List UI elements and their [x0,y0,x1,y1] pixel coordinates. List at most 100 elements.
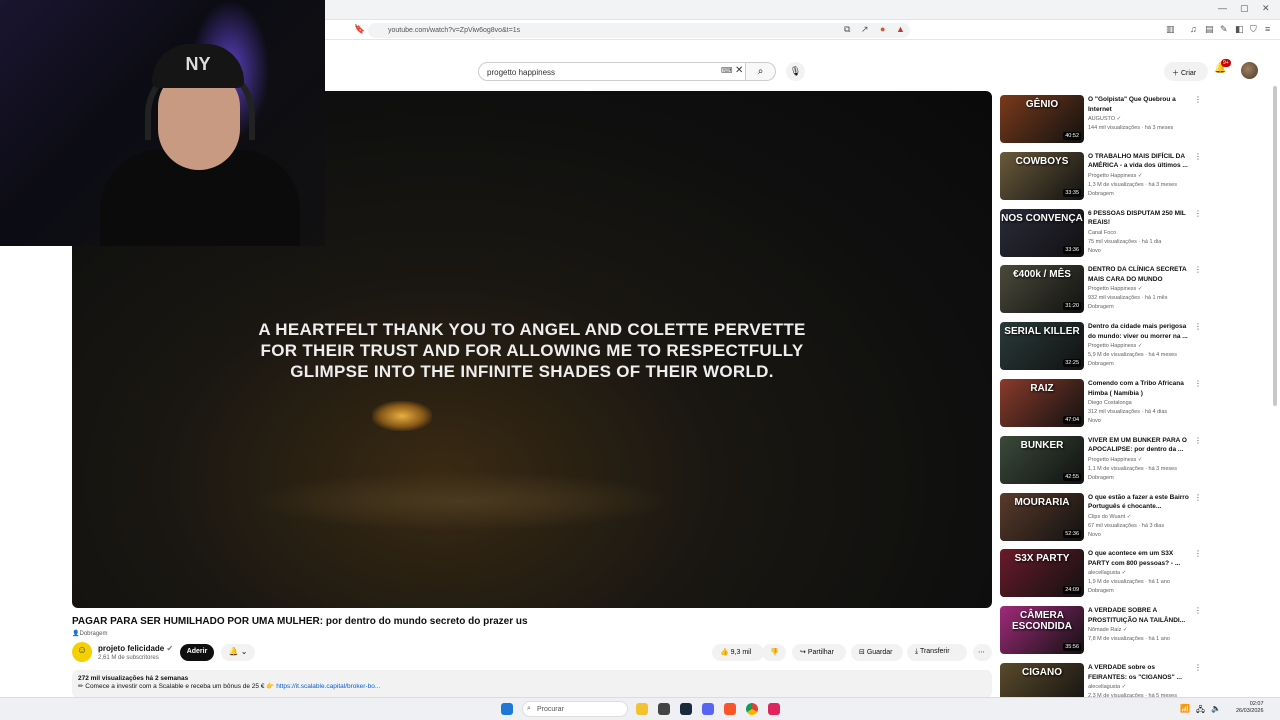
recommendation-channel[interactable]: Progetto Happiness ✓ [1088,343,1142,349]
more-vert-icon[interactable]: ⋮ [1194,95,1202,104]
recommendation-item[interactable]: CÂMERA ESCONDIDA 35:56 A VERDADE SOBRE A P… [1000,606,1202,656]
video-thumbnail[interactable]: €400k / MÊS 31:20 [1000,265,1084,314]
subscription-bell-button[interactable]: 🔔 ⌄ [221,644,255,661]
share-button[interactable]: ↪ Partilhar [792,644,846,661]
search-button[interactable]: ⌕ [746,62,776,81]
more-vert-icon[interactable]: ⋮ [1194,436,1202,445]
clear-search-icon[interactable]: ✕ [735,65,743,76]
video-thumbnail[interactable]: NOS CONVENÇA 33:36 [1000,208,1084,257]
join-button[interactable]: Aderir [180,644,214,661]
install-app-icon[interactable]: ⧉ [844,24,850,35]
search-input[interactable]: progetto happiness ⌨ ✕ [478,62,746,81]
channel-name[interactable]: projeto felicidade ✔ [98,644,173,653]
more-actions-button[interactable]: ⋯ [973,644,992,661]
menu-icon[interactable]: ≡ [1265,24,1270,34]
recommendation-title[interactable]: O que estão a fazer a este Bairro Portug… [1088,493,1194,512]
video-thumbnail[interactable]: COWBOYS 33:35 [1000,151,1084,200]
terminal-icon[interactable] [680,703,692,715]
recommendation-channel[interactable]: Progetto Happiness ✓ [1088,173,1142,179]
wifi-icon[interactable]: 📶 [1180,704,1190,713]
sidebar-icon[interactable]: ▥ [1166,24,1175,35]
like-button[interactable]: 👍 9,3 mil [712,644,764,661]
recommendation-title[interactable]: VIVER EM UM BUNKER PARA O APOCALIPSE: po… [1088,436,1194,455]
more-vert-icon[interactable]: ⋮ [1194,265,1202,274]
recommendation-channel[interactable]: Progetto Happiness ✓ [1088,457,1142,463]
video-thumbnail[interactable]: MOURARIA 52:36 [1000,492,1084,541]
file-explorer-icon[interactable] [636,703,648,715]
more-vert-icon[interactable]: ⋮ [1194,379,1202,388]
recommendation-item[interactable]: MOURARIA 52:36 O que estão a fazer a este … [1000,492,1202,543]
more-vert-icon[interactable]: ⋮ [1194,493,1202,502]
description-link[interactable]: https://it.scalable.capital/broker-bo... [276,683,380,690]
keyboard-icon[interactable]: ⌨ [721,66,733,75]
more-vert-icon[interactable]: ⋮ [1194,152,1202,161]
recommendation-item[interactable]: €400k / MÊS 31:20 DENTRO DA CLÍNICA SECRET… [1000,265,1202,315]
recommendation-title[interactable]: O que acontece em um S3X PARTY com 800 p… [1088,549,1194,568]
more-vert-icon[interactable]: ⋮ [1194,549,1202,558]
recommendation-title[interactable]: DENTRO DA CLÍNICA SECRETA MAIS CARA DO M… [1088,265,1194,284]
more-vert-icon[interactable]: ⋮ [1194,322,1202,331]
video-thumbnail[interactable]: GÊNIO 40:52 [1000,95,1084,143]
recommendation-channel[interactable]: AUGUSTO ✓ [1088,116,1121,122]
system-clock[interactable]: 02:07 26/03/2026 [1236,701,1264,715]
taskbar-search[interactable]: ⌕ Procurar [522,701,628,717]
account-avatar[interactable] [1241,62,1258,79]
reading-list-icon[interactable]: ▤ [1205,24,1214,35]
recommendation-item[interactable]: GÊNIO 40:52 O "Golpista" Que Quebrou a Int… [1000,95,1202,145]
vpn-icon[interactable]: ⛉ [1250,24,1257,35]
recommendation-item[interactable]: S3X PARTY 24:09 O que acontece em um S3X P… [1000,549,1202,599]
download-button[interactable]: ⤓ Transferir [907,644,967,661]
bookmark-icon[interactable]: 🔖 [354,24,365,35]
minimize-button[interactable]: — [1218,3,1227,13]
chrome-icon[interactable] [746,703,758,715]
network-icon[interactable]: 🖧 [1196,704,1205,718]
recommendation-channel[interactable]: Diego Costalonga [1088,400,1132,406]
volume-icon[interactable]: 🔈 [1211,704,1221,713]
wallet-icon[interactable]: ◧ [1235,24,1244,35]
description-box[interactable]: 272 mil visualizações há 2 semanas ✏ Com… [72,670,992,698]
recommendation-channel[interactable]: alecellagusta ✓ [1088,684,1126,690]
recommendation-title[interactable]: O "Golpista" Que Quebrou a Internet [1088,95,1194,114]
save-button[interactable]: ⊟ Guardar [851,644,903,661]
rewards-icon[interactable]: ▲ [896,24,905,34]
recommendation-item[interactable]: SERIAL KILLER 32:25 Dentro da cidade mais … [1000,322,1202,372]
recommendation-title[interactable]: O TRABALHO MAIS DIFÍCIL DA AMÉRICA - a v… [1088,152,1194,171]
app-icon[interactable] [658,703,670,715]
page-scrollbar[interactable] [1273,86,1277,406]
recommendation-title[interactable]: Comendo com a Tribo Africana Himba ( Nam… [1088,379,1194,398]
recommendation-item[interactable]: COWBOYS 33:35 O TRABALHO MAIS DIFÍCIL DA A… [1000,151,1202,202]
video-thumbnail[interactable]: CÂMERA ESCONDIDA 35:56 [1000,606,1084,655]
video-thumbnail[interactable]: SERIAL KILLER 32:25 [1000,322,1084,371]
video-thumbnail[interactable]: S3X PARTY 24:09 [1000,549,1084,598]
recommendation-title[interactable]: Dentro da cidade mais perigosa do mundo:… [1088,322,1194,341]
channel-avatar[interactable]: ☺ [72,642,92,662]
more-vert-icon[interactable]: ⋮ [1194,663,1202,672]
brave-shield-icon[interactable]: ● [880,24,885,34]
obs-icon[interactable] [768,703,780,715]
extensions-icon[interactable]: ✎ [1220,24,1228,35]
recommendation-channel[interactable]: Clips do Wuant ✓ [1088,514,1131,520]
recommendation-channel[interactable]: alecellagusta ✓ [1088,570,1126,576]
recommendation-channel[interactable]: Canal Foco [1088,230,1116,236]
address-bar[interactable]: youtube.com/watch?v=ZpViw6og8vo&t=1s [368,23,910,38]
dislike-button[interactable]: 👎 [762,644,786,661]
video-thumbnail[interactable]: BUNKER 42:55 [1000,435,1084,484]
recommendation-title[interactable]: A VERDADE sobre os FEIRANTES: os "CIGANO… [1088,663,1194,682]
maximize-button[interactable]: ▢ [1240,3,1249,14]
recommendation-channel[interactable]: Progetto Happiness ✓ [1088,286,1142,292]
video-thumbnail[interactable]: RAIZ 47:04 [1000,379,1084,427]
music-icon[interactable]: ♫ [1190,24,1197,34]
recommendation-title[interactable]: A VERDADE SOBRE A PROSTITUIÇÃO NA TAILÂN… [1088,606,1194,625]
recommendation-channel[interactable]: Nômade Raiz ✓ [1088,627,1127,633]
share-page-icon[interactable]: ↗ [861,24,869,35]
more-vert-icon[interactable]: ⋮ [1194,209,1202,218]
close-window-button[interactable]: ✕ [1262,3,1270,14]
recommendation-item[interactable]: BUNKER 42:55 VIVER EM UM BUNKER PARA O APO… [1000,435,1202,486]
voice-search-button[interactable]: 🎙 [786,62,805,81]
recommendation-title[interactable]: 6 PESSOAS DISPUTAM 250 MIL REAIS! [1088,209,1194,228]
brave-browser-icon[interactable] [724,703,736,715]
create-button[interactable]: ＋ Criar [1164,62,1208,81]
recommendation-item[interactable]: RAIZ 47:04 Comendo com a Tribo Africana Hi… [1000,379,1202,429]
more-vert-icon[interactable]: ⋮ [1194,606,1202,615]
start-button[interactable] [501,703,513,715]
